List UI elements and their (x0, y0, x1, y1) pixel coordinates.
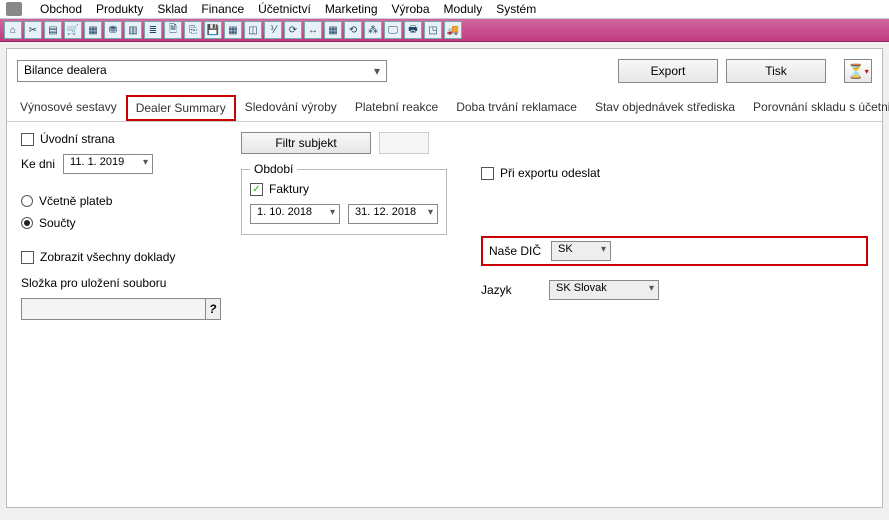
filtr-display (379, 132, 429, 154)
right-column: Při exportu odeslat Naše DIČ SK Jazyk SK… (451, 132, 868, 320)
hourglass-icon-button[interactable]: ⏳▾ (844, 59, 872, 83)
folder-input-group: ? (21, 298, 221, 320)
zobrazit-label: Zobrazit všechny doklady (40, 250, 175, 264)
checkbox-icon (21, 251, 34, 264)
toolbar-btn-20[interactable]: 🖵 (384, 21, 402, 39)
toolbar-btn-8[interactable]: ≣ (144, 21, 162, 39)
toolbar-btn-14[interactable]: ⅟ (264, 21, 282, 39)
uvodni-label: Úvodní strana (40, 132, 115, 146)
menu-vyroba[interactable]: Výroba (392, 2, 430, 16)
checkmark-icon: ✓ (250, 183, 263, 196)
period-legend: Období (250, 162, 297, 176)
toolbar-btn-7[interactable]: ▥ (124, 21, 142, 39)
jazyk-row: Jazyk SK Slovak (481, 280, 868, 300)
radio-vcetne[interactable]: Včetně plateb (21, 194, 221, 208)
odeslat-label: Při exportu odeslat (500, 166, 600, 180)
tab-platebni[interactable]: Platební reakce (346, 95, 447, 121)
content-area: Bilance dealera Export Tisk ⏳▾ Výnosové … (6, 48, 883, 508)
filtr-subjekt-button[interactable]: Filtr subjekt (241, 132, 371, 154)
tab-vynosove[interactable]: Výnosové sestavy (11, 95, 126, 121)
toolbar-btn-9[interactable]: 🗎 (164, 21, 182, 39)
menu-ucetnictvi[interactable]: Účetnictví (258, 2, 311, 16)
nase-dic-label: Naše DIČ (489, 244, 541, 258)
menu-obchod[interactable]: Obchod (40, 2, 82, 16)
export-button[interactable]: Export (618, 59, 718, 83)
toolbar-btn-22[interactable]: ◳ (424, 21, 442, 39)
checkbox-icon (481, 167, 494, 180)
toolbar-btn-6[interactable]: ⛃ (104, 21, 122, 39)
radio-soucty[interactable]: Součty (21, 216, 221, 230)
checkbox-uvodni[interactable]: Úvodní strana (21, 132, 221, 146)
tab-dealer-summary[interactable]: Dealer Summary (126, 95, 236, 121)
date-to[interactable]: 31. 12. 2018 (348, 204, 438, 224)
toolbar-btn-19[interactable]: ⁂ (364, 21, 382, 39)
tab-porovnani[interactable]: Porovnání skladu s účetnictvím (744, 95, 889, 121)
tab-objednavek[interactable]: Stav objednávek střediska (586, 95, 744, 121)
checkbox-icon (21, 133, 34, 146)
menu-finance[interactable]: Finance (201, 2, 244, 16)
date-from[interactable]: 1. 10. 2018 (250, 204, 340, 224)
jazyk-dropdown[interactable]: SK Slovak (549, 280, 659, 300)
nase-dic-highlight: Naše DIČ SK (481, 236, 868, 266)
app-icon (6, 2, 22, 16)
toolbar-btn-23[interactable]: 🚚 (444, 21, 462, 39)
menu-moduly[interactable]: Moduly (444, 2, 483, 16)
toolbar-btn-15[interactable]: ⟳ (284, 21, 302, 39)
ke-dni-row: Ke dni 11. 1. 2019 (21, 154, 221, 174)
radio-icon (21, 217, 33, 229)
toolbar-btn-21[interactable]: 🖶 (404, 21, 422, 39)
jazyk-label: Jazyk (481, 283, 541, 297)
tabstrip: Výnosové sestavy Dealer Summary Sledován… (7, 95, 882, 122)
soucty-label: Součty (39, 216, 76, 230)
folder-path-input[interactable] (21, 298, 206, 320)
menu-produkty[interactable]: Produkty (96, 2, 143, 16)
tab-sledovani[interactable]: Sledování výroby (236, 95, 346, 121)
toolbar-btn-16[interactable]: ↔ (304, 21, 322, 39)
menu-sklad[interactable]: Sklad (157, 2, 187, 16)
toolbar-btn-10[interactable]: ⎘ (184, 21, 202, 39)
checkbox-odeslat[interactable]: Při exportu odeslat (481, 166, 868, 180)
toolbar-btn-18[interactable]: ⟲ (344, 21, 362, 39)
menu-marketing[interactable]: Marketing (325, 2, 378, 16)
toolbar-btn-11[interactable]: 💾 (204, 21, 222, 39)
toolbar-btn-5[interactable]: ▦ (84, 21, 102, 39)
ke-dni-label: Ke dni (21, 157, 55, 171)
toolbar-btn-17[interactable]: ▦ (324, 21, 342, 39)
vcetne-label: Včetně plateb (39, 194, 112, 208)
tab-reklamace[interactable]: Doba trvání reklamace (447, 95, 586, 121)
toolbar-btn-1[interactable]: ⌂ (4, 21, 22, 39)
ke-dni-date[interactable]: 11. 1. 2019 (63, 154, 153, 174)
print-button[interactable]: Tisk (726, 59, 826, 83)
toolbar-btn-2[interactable]: ✂ (24, 21, 42, 39)
checkbox-faktury[interactable]: ✓ Faktury (250, 182, 438, 196)
checkbox-zobrazit[interactable]: Zobrazit všechny doklady (21, 250, 221, 264)
menu-system[interactable]: Systém (496, 2, 536, 16)
period-group: Období ✓ Faktury 1. 10. 2018 31. 12. 201… (241, 162, 447, 235)
toolbar-btn-3[interactable]: ▤ (44, 21, 62, 39)
report-selected: Bilance dealera (24, 63, 107, 77)
question-icon-button[interactable]: ? (206, 298, 221, 320)
report-dropdown[interactable]: Bilance dealera (17, 60, 387, 82)
nase-dic-dropdown[interactable]: SK (551, 241, 611, 261)
mid-column: Filtr subjekt Období ✓ Faktury 1. 10. 20… (241, 132, 431, 320)
radio-icon (21, 195, 33, 207)
toolbar-btn-12[interactable]: ▦ (224, 21, 242, 39)
faktury-label: Faktury (269, 182, 309, 196)
folder-label: Složka pro uložení souboru (21, 276, 221, 290)
topbar: Bilance dealera Export Tisk ⏳▾ (7, 49, 882, 89)
toolbar-btn-13[interactable]: ◫ (244, 21, 262, 39)
panel: Úvodní strana Ke dni 11. 1. 2019 Včetně … (7, 122, 882, 330)
left-column: Úvodní strana Ke dni 11. 1. 2019 Včetně … (21, 132, 221, 320)
toolbar-btn-4[interactable]: 🛒 (64, 21, 82, 39)
toolbar: ⌂ ✂ ▤ 🛒 ▦ ⛃ ▥ ≣ 🗎 ⎘ 💾 ▦ ◫ ⅟ ⟳ ↔ ▦ ⟲ ⁂ 🖵 … (0, 19, 889, 42)
menubar: Obchod Produkty Sklad Finance Účetnictví… (0, 0, 889, 19)
